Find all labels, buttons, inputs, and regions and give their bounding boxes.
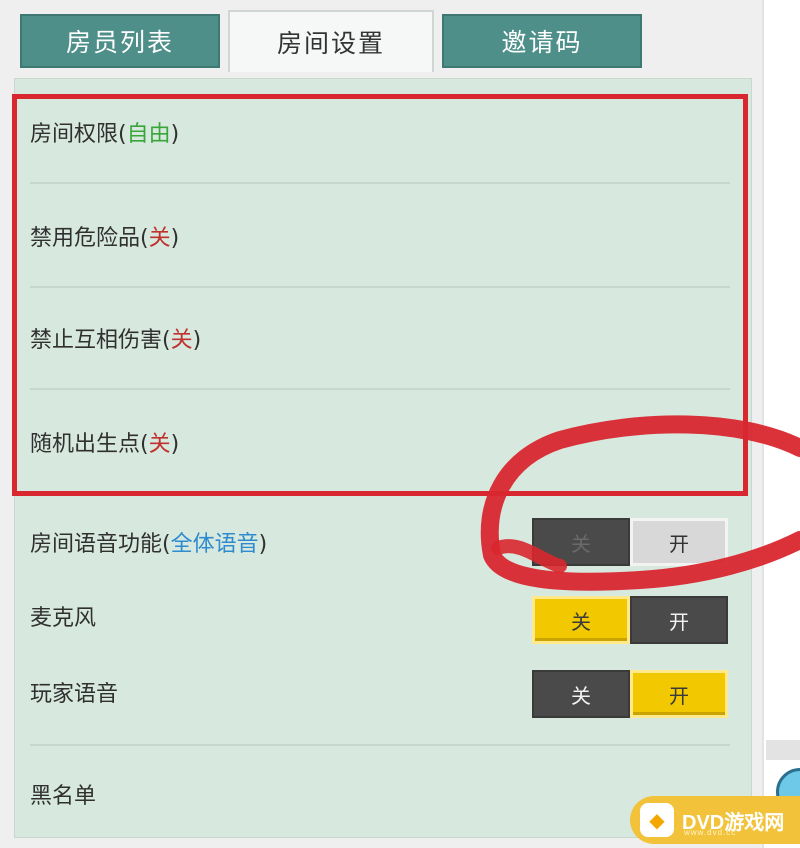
watermark-subtext: www.dvd.cc — [684, 828, 737, 837]
microphone-on-button[interactable]: 开 — [630, 596, 728, 644]
gamepad-icon: ◆ — [640, 803, 674, 837]
strip-edge — [762, 0, 764, 848]
tab-invite-code[interactable]: 邀请码 — [442, 14, 642, 68]
player-voice-label: 玩家语音 — [30, 682, 119, 707]
room-voice-value: 全体语音 — [170, 532, 259, 557]
player-voice-on-button[interactable]: 开 — [630, 670, 728, 718]
player-voice-off-button[interactable]: 关 — [532, 670, 630, 718]
tab-room-settings[interactable]: 房间设置 — [228, 10, 434, 72]
row-divider — [30, 744, 730, 746]
strip-gray-tab — [766, 740, 800, 760]
paren-open: ( — [162, 532, 171, 557]
microphone-off-button[interactable]: 关 — [532, 596, 630, 644]
room-voice-off-button[interactable]: 关 — [532, 518, 630, 566]
blacklist-row[interactable]: 黑名单 — [30, 778, 96, 810]
microphone-toggle[interactable]: 关 开 — [532, 596, 728, 644]
paren-close: ) — [258, 532, 268, 557]
watermark-badge: ◆ DVD游戏网 www.dvd.cc — [630, 796, 800, 844]
room-voice-row: 房间语音功能(全体语音) — [30, 526, 267, 558]
microphone-label: 麦克风 — [30, 606, 97, 631]
room-voice-label: 房间语音功能 — [30, 532, 163, 557]
room-voice-on-button[interactable]: 开 — [630, 518, 728, 566]
tab-member-list[interactable]: 房员列表 — [20, 14, 220, 68]
highlight-box — [12, 94, 748, 496]
room-voice-toggle[interactable]: 关 开 — [532, 518, 728, 566]
right-side-strip — [762, 0, 800, 848]
player-voice-toggle[interactable]: 关 开 — [532, 670, 728, 718]
